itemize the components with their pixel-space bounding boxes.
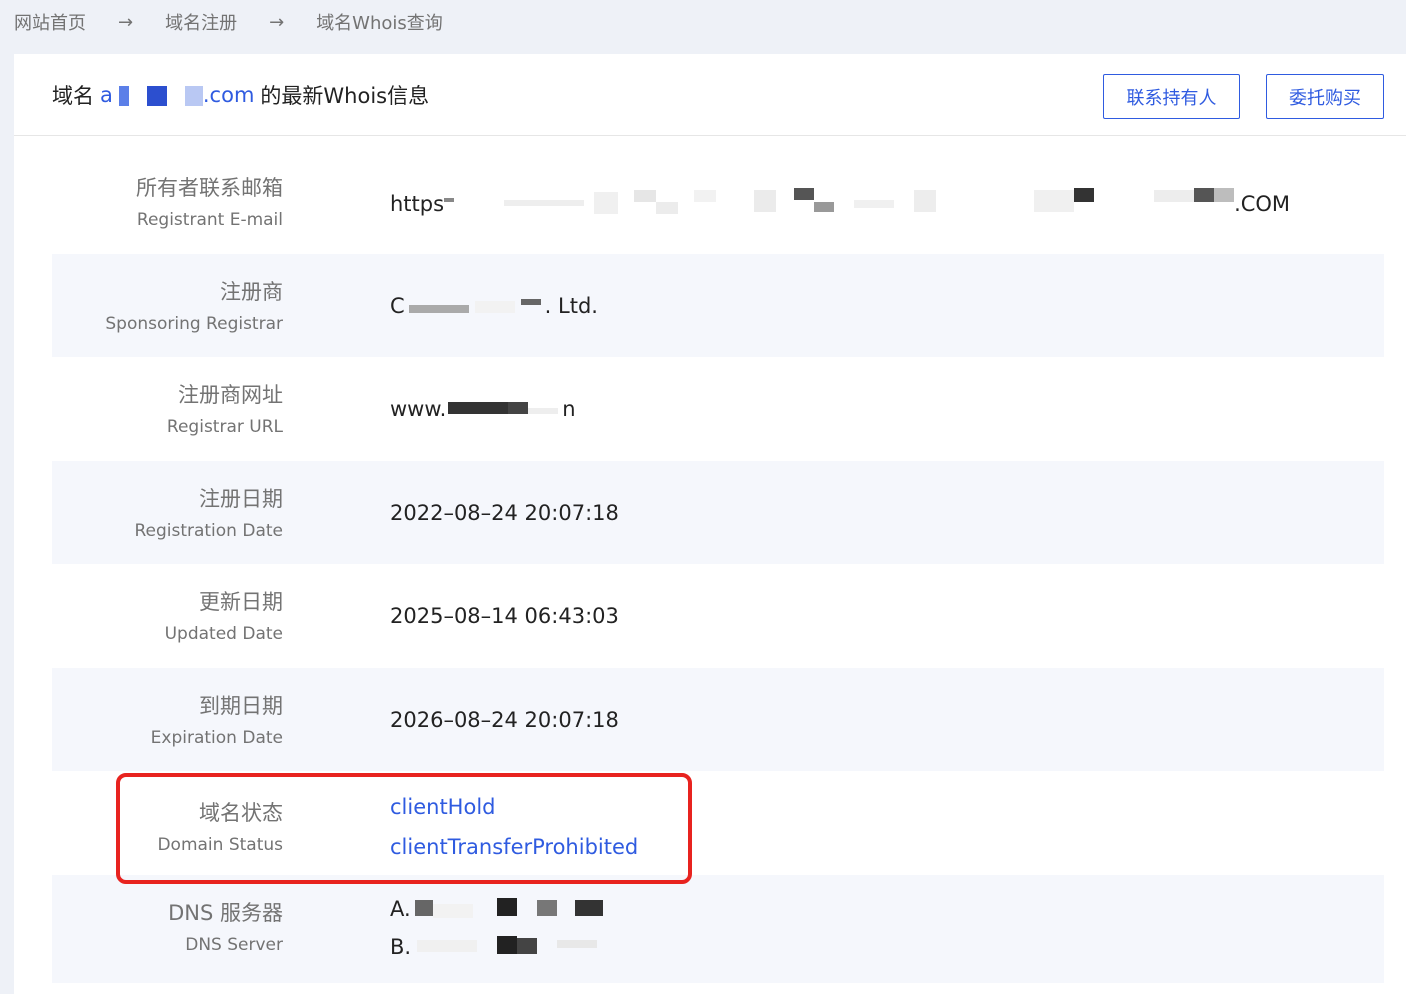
row-registrant-email: 所有者联系邮箱 Registrant E-mail https .COM	[52, 150, 1384, 254]
sponsoring-registrar-value: C . Ltd.	[390, 294, 598, 319]
value-start: https	[390, 192, 445, 216]
panel-header: 域名 a .com 的最新Whois信息 联系持有人 委托购买	[14, 54, 1406, 136]
row-label: 更新日期 Updated Date	[165, 586, 283, 644]
label-cn: DNS 服务器	[168, 900, 283, 925]
breadcrumb-arrow-icon: →	[269, 11, 285, 33]
label-cn: 所有者联系邮箱	[136, 176, 283, 200]
breadcrumb-domain-register[interactable]: 域名注册	[165, 9, 237, 35]
title-prefix: 域名	[52, 84, 94, 108]
domain-name-end: .com	[202, 83, 255, 107]
redacted-mosaic	[113, 85, 203, 107]
label-en: Sponsoring Registrar	[105, 313, 283, 334]
row-registrar-url: 注册商网址 Registrar URL www. n	[52, 357, 1384, 461]
redacted-mosaic	[444, 188, 1235, 220]
row-label: 注册日期 Registration Date	[134, 483, 283, 541]
label-cn: 注册日期	[199, 486, 283, 511]
row-dns-server: DNS 服务器 DNS Server A. B.	[52, 874, 1384, 983]
label-cn: 到期日期	[199, 693, 283, 718]
row-expiration-date: 到期日期 Expiration Date 2026–08–24 20:07:18	[52, 667, 1384, 771]
label-cn: 域名状态	[199, 801, 283, 825]
whois-panel: 域名 a .com 的最新Whois信息 联系持有人 委托购买 所有者联系邮箱 R…	[14, 54, 1406, 994]
registrar-url-value[interactable]: www. n	[390, 397, 576, 422]
breadcrumb: 网站首页 → 域名注册 → 域名Whois查询	[14, 8, 443, 36]
value-start: B.	[390, 934, 412, 959]
label-en: DNS Server	[185, 934, 283, 955]
redacted-mosaic	[446, 398, 562, 422]
contact-holder-button[interactable]: 联系持有人	[1103, 74, 1240, 119]
breadcrumb-home[interactable]: 网站首页	[14, 9, 86, 35]
row-registration-date: 注册日期 Registration Date 2022–08–24 20:07:…	[52, 460, 1384, 564]
domain-name-link[interactable]: a .com	[100, 83, 254, 107]
label-en: Registrar URL	[166, 417, 283, 437]
redacted-mosaic	[405, 295, 545, 319]
row-label: 注册商 Sponsoring Registrar	[105, 276, 283, 334]
page-title: 域名 a .com 的最新Whois信息	[52, 80, 429, 110]
row-updated-date: 更新日期 Updated Date 2025–08–14 06:43:03	[52, 564, 1384, 668]
label-cn: 注册商网址	[178, 383, 283, 407]
title-suffix: 的最新Whois信息	[260, 84, 430, 108]
domain-status-value-2[interactable]: clientTransferProhibited	[390, 835, 638, 859]
row-sponsoring-registrar: 注册商 Sponsoring Registrar C . Ltd.	[52, 253, 1384, 357]
row-label: 域名状态 Domain Status	[157, 797, 283, 855]
row-label: DNS 服务器 DNS Server	[168, 897, 283, 955]
label-cn: 注册商	[220, 279, 283, 304]
value-start: C	[390, 293, 405, 318]
value-end: . Ltd.	[544, 293, 598, 318]
value-start: A.	[390, 896, 411, 921]
whois-table: 所有者联系邮箱 Registrant E-mail https .COM 注册商…	[52, 150, 1384, 983]
entrust-purchase-button[interactable]: 委托购买	[1266, 74, 1384, 119]
row-domain-status: 域名状态 Domain Status clientHold clientTran…	[52, 771, 1384, 875]
redacted-mosaic	[411, 935, 598, 960]
row-label: 所有者联系邮箱 Registrant E-mail	[136, 172, 283, 230]
label-en: Domain Status	[157, 835, 283, 855]
domain-name-start: a	[100, 83, 113, 107]
expiration-date-value: 2026–08–24 20:07:18	[390, 707, 619, 732]
dns-server-value-2: B.	[390, 934, 598, 960]
value-start: www.	[390, 397, 447, 421]
domain-status-value-1[interactable]: clientHold	[390, 795, 495, 819]
registrant-email-value: https .COM	[390, 188, 1291, 220]
row-label: 注册商网址 Registrar URL	[167, 379, 283, 437]
row-label: 到期日期 Expiration Date	[151, 690, 283, 748]
label-en: Expiration Date	[150, 727, 283, 748]
label-en: Updated Date	[164, 624, 283, 644]
breadcrumb-arrow-icon: →	[118, 11, 134, 33]
updated-date-value: 2025–08–14 06:43:03	[390, 604, 619, 628]
label-en: Registrant E-mail	[136, 210, 283, 230]
dns-server-value-1: A.	[390, 897, 607, 922]
label-cn: 更新日期	[199, 590, 283, 614]
breadcrumb-whois-query[interactable]: 域名Whois查询	[316, 9, 443, 35]
redacted-mosaic	[411, 897, 607, 922]
registration-date-value: 2022–08–24 20:07:18	[390, 500, 619, 525]
value-end: .COM	[1234, 192, 1291, 216]
label-en: Registration Date	[134, 520, 283, 541]
value-end: n	[562, 397, 576, 421]
